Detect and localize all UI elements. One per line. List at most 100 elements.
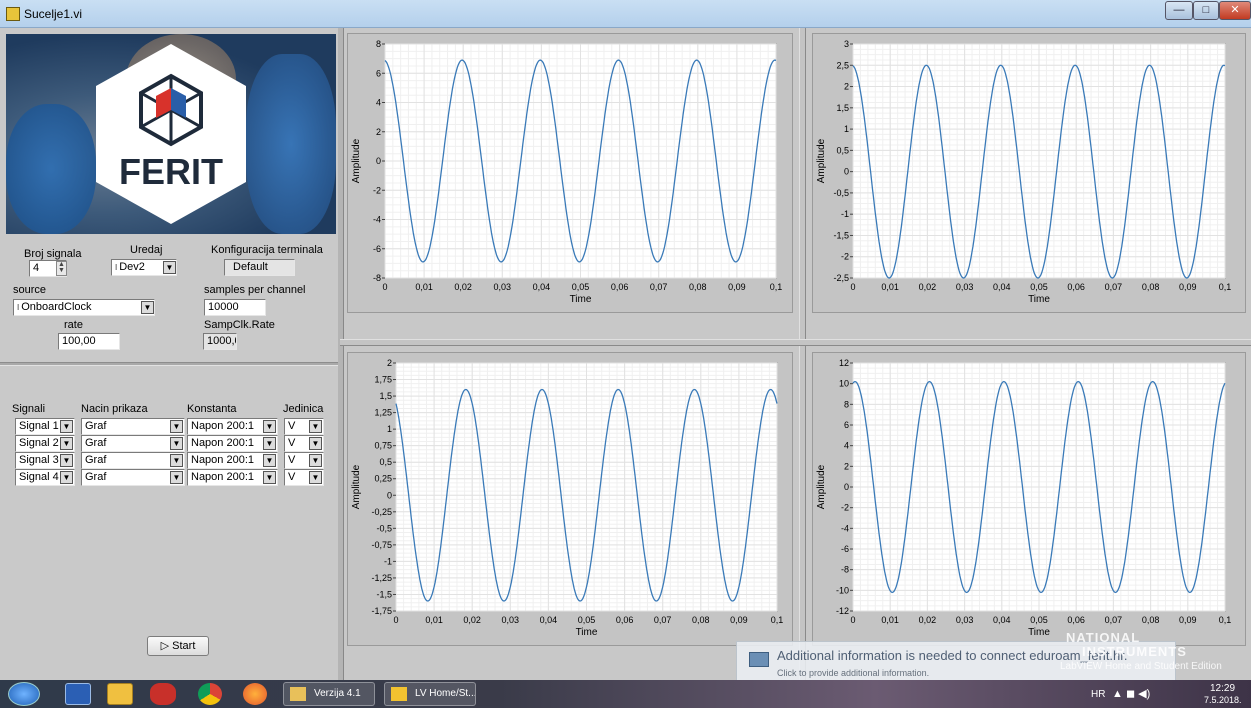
minimize-button[interactable]: —	[1165, 1, 1193, 20]
nacin-dropdown-arrow[interactable]: ▼	[170, 437, 183, 450]
signal-dropdown-arrow[interactable]: ▼	[60, 454, 73, 467]
nacin-dropdown-arrow[interactable]: ▼	[170, 420, 183, 433]
word-icon[interactable]	[65, 683, 91, 705]
language-indicator[interactable]: HR	[1091, 689, 1105, 700]
nacin-dropdown-arrow[interactable]: ▼	[170, 471, 183, 484]
x-tick-label: 0,04	[993, 615, 1011, 625]
network-icon	[749, 652, 769, 667]
chart-splitter-horizontal[interactable]	[340, 339, 1251, 346]
x-tick-label: 0,06	[1067, 282, 1085, 292]
x-tick-label: 0,03	[494, 282, 512, 292]
spc-label: samples per channel	[204, 284, 306, 296]
y-tick-label: -8	[373, 273, 381, 283]
y-tick-label: -4	[373, 215, 381, 225]
waveform-chart-4: 0 0,01 0,02 0,03 0,04 0,05 0,06 0,07 0,08 0,09 0,1…	[812, 352, 1246, 646]
y-tick-label: 8	[844, 399, 849, 409]
y-tick-label: -8	[841, 565, 849, 575]
y-tick-label: -0,25	[371, 507, 392, 517]
y-tick-label: -12	[836, 606, 849, 616]
y-tick-label: -2	[373, 185, 381, 195]
y-axis-label: Amplitude	[816, 138, 827, 183]
y-tick-label: 0,25	[374, 474, 392, 484]
x-tick-label: 0,06	[616, 615, 634, 625]
signal-dropdown-arrow[interactable]: ▼	[60, 471, 73, 484]
y-tick-label: -0,5	[376, 523, 392, 533]
x-tick-label: 0,03	[502, 615, 520, 625]
source-select[interactable]: I OnboardClock	[13, 299, 155, 316]
x-tick-label: 0,07	[654, 615, 672, 625]
chrome-icon[interactable]	[198, 683, 222, 705]
x-tick-label: 0,09	[730, 615, 748, 625]
spc-input[interactable]: 10000	[204, 299, 266, 316]
start-orb-icon[interactable]	[8, 682, 40, 706]
y-tick-label: 2,5	[836, 60, 849, 70]
clock-date[interactable]: 7.5.2018.	[1204, 695, 1242, 705]
panel-splitter-left[interactable]	[338, 28, 344, 680]
y-tick-label: -1,75	[371, 606, 392, 616]
x-tick-label: 0,03	[956, 615, 974, 625]
signal-dropdown-arrow[interactable]: ▼	[60, 437, 73, 450]
window-titlebar: Sucelje1.vi — □ ✕	[0, 0, 1251, 28]
x-tick-label: 0,04	[533, 282, 551, 292]
chart-splitter-vertical[interactable]	[799, 28, 806, 680]
x-tick-label: 0,02	[454, 282, 472, 292]
taskbar-item-verzija[interactable]: Verzija 4.1	[283, 682, 375, 706]
left-control-panel: FERIT Broj signala 4 ▲ ▼ Uredaj I Dev2 ▼ K…	[0, 28, 340, 680]
jedinica-dropdown-arrow[interactable]: ▼	[309, 420, 322, 433]
y-tick-label: -2,5	[833, 273, 849, 283]
x-tick-label: 0,07	[1105, 282, 1123, 292]
signal-dropdown-arrow[interactable]: ▼	[60, 420, 73, 433]
x-tick-label: 0,08	[1142, 282, 1160, 292]
app-red-icon[interactable]	[150, 683, 176, 705]
konstanta-dropdown-arrow[interactable]: ▼	[263, 454, 276, 467]
broj-signala-spinner[interactable]: ▲ ▼	[56, 261, 67, 276]
outlook-icon[interactable]	[107, 683, 133, 705]
x-tick-label: 0,08	[692, 615, 710, 625]
waveform-chart-2: 0 0,01 0,02 0,03 0,04 0,05 0,06 0,07 0,08 0,09 0,1…	[812, 33, 1246, 313]
uredaj-label: Uredaj	[130, 244, 163, 256]
start-button[interactable]: ▷ Start	[147, 636, 209, 656]
konstanta-dropdown-arrow[interactable]: ▼	[263, 420, 276, 433]
y-tick-label: 2	[387, 358, 392, 368]
y-axis-label: Amplitude	[351, 464, 362, 509]
uredaj-dropdown-arrow[interactable]: ▼	[163, 261, 176, 274]
source-dropdown-arrow[interactable]: ▼	[141, 301, 154, 314]
play-icon: ▷	[160, 640, 170, 652]
x-axis-label: Time	[1028, 627, 1050, 638]
taskbar-item-labview[interactable]: LV Home/St...	[384, 682, 476, 706]
ferit-logo-icon: FERIT	[96, 44, 246, 224]
y-axis-label: Amplitude	[351, 138, 362, 183]
x-tick-label: 0,02	[919, 615, 937, 625]
y-tick-label: 0,75	[374, 441, 392, 451]
clock-time[interactable]: 12:29	[1210, 683, 1235, 694]
x-tick-label: 0,09	[1179, 282, 1197, 292]
tray-icons[interactable]: ▲ ◼ ◀)	[1112, 687, 1150, 700]
konstanta-dropdown-arrow[interactable]: ▼	[263, 437, 276, 450]
rate-input[interactable]: 100,00	[58, 333, 120, 350]
jedinica-dropdown-arrow[interactable]: ▼	[309, 437, 322, 450]
close-button[interactable]: ✕	[1219, 1, 1251, 20]
labview-app-icon	[6, 7, 20, 21]
y-tick-label: -1	[841, 209, 849, 219]
y-tick-label: -2	[841, 252, 849, 262]
jedinica-dropdown-arrow[interactable]: ▼	[309, 454, 322, 467]
y-tick-label: 10	[839, 379, 849, 389]
x-tick-label: 0,05	[1030, 282, 1048, 292]
maximize-button[interactable]: □	[1193, 1, 1219, 20]
konstanta-dropdown-arrow[interactable]: ▼	[263, 471, 276, 484]
x-tick-label: 0,01	[881, 615, 899, 625]
y-tick-label: 1	[844, 124, 849, 134]
y-tick-label: -1,5	[833, 230, 849, 240]
y-tick-label: 0	[387, 490, 392, 500]
y-tick-label: 2	[844, 82, 849, 92]
jedinica-dropdown-arrow[interactable]: ▼	[309, 471, 322, 484]
firefox-icon[interactable]	[243, 683, 267, 705]
x-tick-label: 0,1	[770, 282, 783, 292]
y-tick-label: 6	[376, 68, 381, 78]
nacin-dropdown-arrow[interactable]: ▼	[170, 454, 183, 467]
x-tick-label: 0,07	[650, 282, 668, 292]
y-tick-label: 12	[839, 358, 849, 368]
header-konstanta: Konstanta	[187, 403, 237, 415]
start-button-label: Start	[172, 640, 196, 652]
x-tick-label: 0	[850, 615, 855, 625]
